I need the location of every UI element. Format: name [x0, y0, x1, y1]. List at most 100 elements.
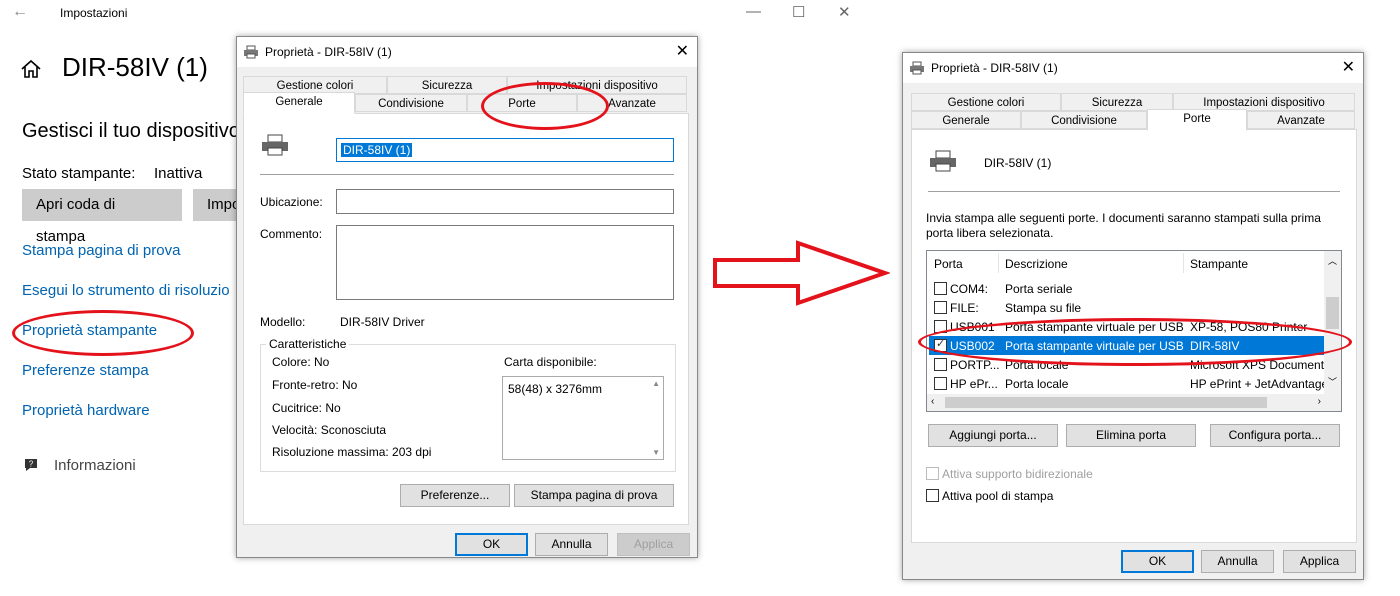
minimize-icon[interactable]: — — [746, 3, 761, 20]
feature-duplex: Fronte-retro: No — [272, 378, 358, 392]
port-row[interactable]: HP ePr... Porta locale HP ePrint + JetAdva… — [929, 374, 1328, 393]
comment-label: Commento: — [260, 227, 323, 241]
port-name: HP ePr... — [950, 377, 998, 391]
printer-pool-checkbox[interactable] — [926, 489, 939, 502]
home-icon[interactable] — [20, 58, 42, 80]
port-checkbox[interactable] — [934, 377, 947, 390]
scroll-up-icon[interactable]: ︿ — [1328, 254, 1337, 267]
port-checkbox[interactable] — [934, 282, 947, 295]
dialog-title: Proprietà - DIR-58IV (1) — [931, 61, 1058, 75]
tab-security[interactable]: Sicurezza — [387, 76, 507, 94]
vertical-scrollbar[interactable]: ︿ ﹀ — [1324, 251, 1341, 394]
annotation-arrow-icon — [713, 240, 890, 306]
properties-dialog-ports: Proprietà - DIR-58IV (1) ✕ Gestione colo… — [902, 52, 1364, 580]
port-description: Stampa su file — [1005, 301, 1082, 315]
close-icon[interactable]: ✕ — [676, 41, 689, 61]
separator — [260, 174, 674, 175]
tab-color-management[interactable]: Gestione colori — [911, 93, 1061, 111]
printer-icon — [262, 134, 288, 156]
configure-port-button[interactable]: Configura porta... — [1210, 424, 1340, 447]
svg-text:?: ? — [29, 460, 34, 469]
printer-name-field[interactable]: DIR-58IV (1) — [336, 138, 674, 162]
scroll-left-icon[interactable]: ‹ — [931, 396, 934, 407]
tab-ports[interactable]: Porte — [1147, 109, 1247, 131]
scrollbar-thumb[interactable] — [945, 397, 1267, 408]
port-row[interactable]: FILE: Stampa su file — [929, 298, 1324, 317]
help-chat-icon: ? — [25, 459, 37, 471]
location-label: Ubicazione: — [260, 195, 323, 209]
port-row[interactable]: COM4: Porta seriale — [929, 279, 1324, 298]
maximize-icon[interactable]: ☐ — [792, 3, 805, 21]
section-title: Gestisci il tuo dispositivo — [22, 120, 240, 142]
tab-sharing[interactable]: Condivisione — [1021, 111, 1147, 129]
device-title: DIR-58IV (1) — [62, 52, 208, 82]
port-name: FILE: — [950, 301, 979, 315]
cancel-button[interactable]: Annulla — [535, 533, 608, 556]
printer-icon — [910, 61, 924, 75]
feature-color: Colore: No — [272, 355, 330, 369]
feature-speed: Velocità: Sconosciuta — [272, 423, 387, 437]
printer-icon — [244, 45, 258, 59]
paper-list[interactable]: 58(48) x 3276mm ▲ ▼ — [502, 376, 664, 460]
tab-advanced[interactable]: Avanzate — [1247, 111, 1355, 129]
tab-sharing[interactable]: Condivisione — [355, 94, 467, 112]
apply-button[interactable]: Applica — [1283, 550, 1356, 573]
close-icon[interactable]: ✕ — [838, 3, 851, 21]
close-icon[interactable]: ✕ — [1342, 57, 1355, 77]
properties-dialog-general: Proprietà - DIR-58IV (1) ✕ Gestione colo… — [236, 36, 698, 558]
paper-label: Carta disponibile: — [504, 355, 597, 369]
paper-item: 58(48) x 3276mm — [508, 382, 603, 396]
printer-pool-label: Attiva pool di stampa — [942, 489, 1054, 503]
scroll-right-icon[interactable]: › — [1318, 396, 1321, 407]
scroll-down-icon[interactable]: ▼ — [652, 448, 660, 457]
printer-status-label: Stato stampante: — [22, 165, 136, 182]
port-printer: HP ePrint + JetAdvantage — [1190, 377, 1329, 391]
back-arrow-icon[interactable]: ← — [12, 3, 28, 21]
location-input[interactable] — [336, 189, 674, 214]
port-checkbox[interactable] — [934, 358, 947, 371]
ports-description: Invia stampa alle seguenti porte. I docu… — [926, 211, 1321, 240]
general-tab-panel: DIR-58IV (1) Ubicazione: Commento: Model… — [243, 113, 689, 525]
printer-name-value: DIR-58IV (1) — [341, 143, 413, 157]
add-port-button[interactable]: Aggiungi porta... — [928, 424, 1058, 447]
print-test-page-button[interactable]: Stampa pagina di prova — [514, 484, 674, 507]
column-header-description[interactable]: Descrizione — [1005, 257, 1068, 271]
preferences-button[interactable]: Preferenze... — [400, 484, 510, 507]
printer-name: DIR-58IV (1) — [984, 156, 1052, 170]
delete-port-button[interactable]: Elimina porta — [1066, 424, 1196, 447]
annotation-ellipse-ports-tab — [481, 82, 609, 130]
printer-status-value: Inattiva — [154, 165, 203, 182]
link-print-test-page[interactable]: Stampa pagina di prova — [22, 242, 180, 259]
column-header-port[interactable]: Porta — [934, 257, 963, 271]
column-header-printer[interactable]: Stampante — [1190, 257, 1248, 271]
horizontal-scrollbar[interactable]: ‹ › — [927, 394, 1341, 411]
bidirectional-checkbox[interactable] — [926, 467, 939, 480]
feature-resolution: Risoluzione massima: 203 dpi — [272, 445, 432, 459]
port-checkbox[interactable] — [934, 301, 947, 314]
annotation-ellipse-properties-link — [12, 310, 194, 356]
apply-button[interactable]: Applica — [617, 533, 690, 556]
dialog-title: Proprietà - DIR-58IV (1) — [265, 45, 392, 59]
cancel-button[interactable]: Annulla — [1201, 550, 1274, 573]
open-queue-button[interactable]: Apri coda di stampa — [22, 189, 182, 245]
scroll-up-icon[interactable]: ▲ — [652, 379, 660, 388]
comment-input[interactable] — [336, 225, 674, 300]
ok-button[interactable]: OK — [1121, 550, 1194, 573]
bidirectional-label: Attiva supporto bidirezionale — [942, 467, 1093, 481]
tab-general[interactable]: Generale — [911, 111, 1021, 129]
link-hardware-properties[interactable]: Proprietà hardware — [22, 402, 150, 419]
feature-staple: Cucitrice: No — [272, 401, 341, 415]
scrollbar-thumb[interactable] — [1326, 297, 1339, 329]
scroll-down-icon[interactable]: ﹀ — [1328, 375, 1337, 388]
printer-icon — [930, 150, 956, 172]
info-link[interactable]: Informazioni — [54, 457, 136, 474]
link-troubleshooter[interactable]: Esegui lo strumento di risoluzio — [22, 282, 230, 299]
tab-general[interactable]: Generale — [243, 92, 355, 114]
separator — [928, 191, 1340, 192]
annotation-ellipse-usb002-row — [918, 318, 1352, 366]
dialog-titlebar: Proprietà - DIR-58IV (1) ✕ — [237, 37, 697, 67]
ok-button[interactable]: OK — [455, 533, 528, 556]
port-name: COM4: — [950, 282, 989, 296]
link-printing-preferences[interactable]: Preferenze stampa — [22, 362, 149, 379]
model-value: DIR-58IV Driver — [340, 315, 425, 329]
